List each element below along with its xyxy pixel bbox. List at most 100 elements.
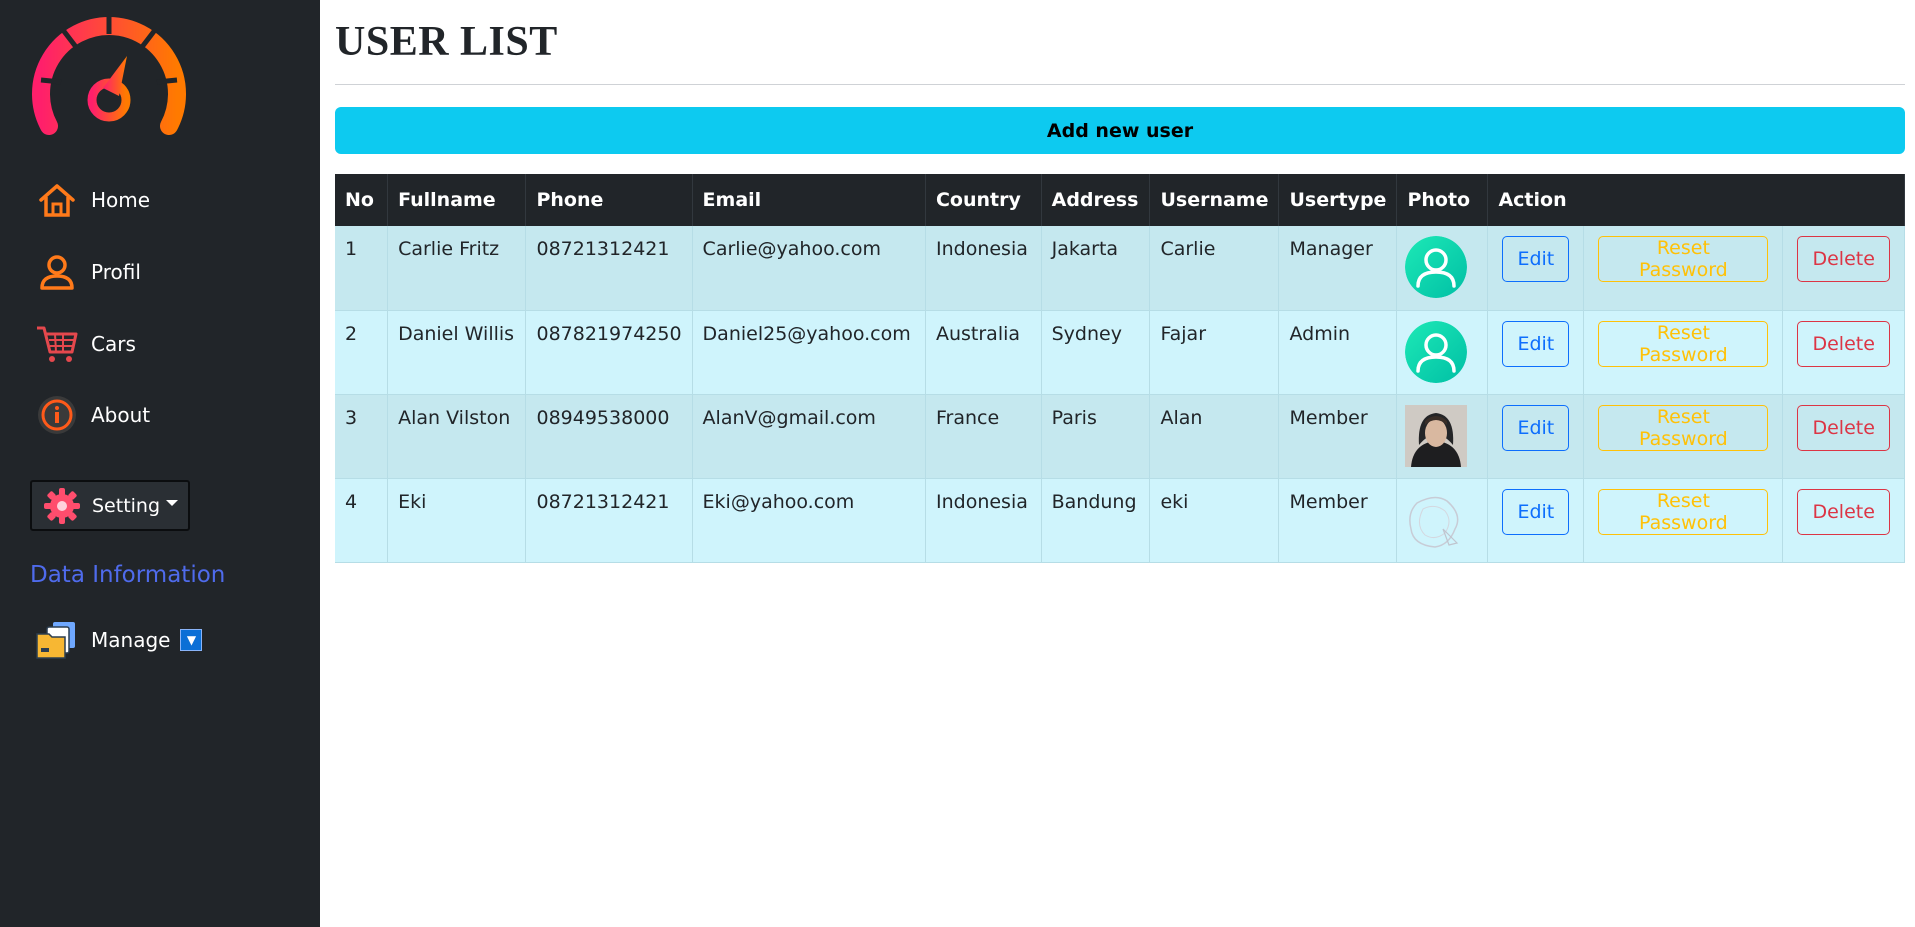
cell-photo [1396, 310, 1489, 395]
header-fullname: Fullname [387, 174, 527, 226]
cell-delete: Delete [1782, 226, 1905, 311]
dropdown-toggle-icon[interactable]: ▼ [180, 629, 203, 651]
table-row: 4 Eki 08721312421 Eki@yahoo.com Indonesi… [335, 478, 1905, 563]
sketch-image-icon [1409, 496, 1459, 548]
cell-delete: Delete [1782, 478, 1905, 563]
nav-profil[interactable]: Profil [35, 248, 141, 296]
cell-reset: Reset Password [1583, 478, 1784, 563]
setting-dropdown-button[interactable]: Setting [30, 480, 190, 531]
info-icon [35, 393, 79, 437]
nav-about[interactable]: About [35, 391, 150, 439]
cell-username: Carlie [1149, 226, 1280, 311]
divider [335, 84, 1905, 85]
cell-fullname: Daniel Willis [387, 310, 527, 395]
cell-delete: Delete [1782, 394, 1905, 479]
header-email: Email [692, 174, 926, 226]
speedometer-logo-icon [32, 12, 186, 135]
cell-photo [1396, 478, 1489, 563]
cell-delete: Delete [1782, 310, 1905, 395]
nav-cars-label: Cars [91, 332, 136, 356]
reset-password-button[interactable]: Reset Password [1598, 488, 1769, 535]
edit-button[interactable]: Edit [1502, 488, 1570, 535]
edit-button[interactable]: Edit [1502, 320, 1570, 367]
cell-phone: 087821974250 [525, 310, 693, 395]
nav-home[interactable]: Home [35, 176, 150, 224]
table-row: 1 Carlie Fritz 08721312421 Carlie@yahoo.… [335, 226, 1905, 311]
gear-icon [42, 486, 82, 526]
cell-username: Fajar [1149, 310, 1280, 395]
table-row: 2 Daniel Willis 087821974250 Daniel25@ya… [335, 310, 1905, 395]
header-usertype: Usertype [1278, 174, 1398, 226]
cell-country: Australia [925, 310, 1042, 395]
cell-no: 2 [335, 310, 389, 395]
cell-no: 4 [335, 478, 389, 563]
cell-email: Daniel25@yahoo.com [692, 310, 926, 395]
header-photo: Photo [1396, 174, 1489, 226]
cell-phone: 08949538000 [525, 394, 693, 479]
cell-username: Alan [1149, 394, 1280, 479]
cell-photo [1396, 226, 1489, 311]
page-title: USER LIST [335, 19, 558, 65]
cell-reset: Reset Password [1583, 226, 1784, 311]
cell-address: Jakarta [1041, 226, 1151, 311]
delete-button[interactable]: Delete [1797, 236, 1890, 282]
folders-icon [35, 618, 79, 662]
cell-fullname: Eki [387, 478, 527, 563]
cell-edit: Edit [1487, 394, 1585, 479]
cell-country: Indonesia [925, 226, 1042, 311]
nav-home-label: Home [91, 188, 151, 212]
section-title: Data Information [30, 562, 226, 588]
reset-password-button[interactable]: Reset Password [1598, 404, 1769, 451]
cell-photo [1396, 394, 1489, 479]
cell-fullname: Alan Vilston [387, 394, 527, 479]
cell-email: Carlie@yahoo.com [692, 226, 926, 311]
cell-username: eki [1149, 478, 1280, 563]
delete-button[interactable]: Delete [1797, 320, 1890, 367]
cell-country: Indonesia [925, 478, 1042, 563]
cell-reset: Reset Password [1583, 310, 1784, 395]
caret-down-icon [166, 499, 179, 506]
user-table: No Fullname Phone Email Country Address … [335, 174, 1905, 563]
reset-password-button[interactable]: Reset Password [1598, 320, 1769, 367]
reset-password-button[interactable]: Reset Password [1598, 236, 1769, 282]
header-no: No [335, 174, 389, 226]
delete-button[interactable]: Delete [1797, 404, 1890, 451]
cell-usertype: Member [1278, 478, 1398, 563]
header-action: Action [1487, 174, 1905, 226]
cell-address: Sydney [1041, 310, 1151, 395]
cell-phone: 08721312421 [525, 226, 693, 311]
cell-reset: Reset Password [1583, 394, 1784, 479]
cell-email: AlanV@gmail.com [692, 394, 926, 479]
add-new-user-button[interactable]: Add new user [335, 107, 1905, 154]
cell-fullname: Carlie Fritz [387, 226, 527, 311]
header-country: Country [925, 174, 1042, 226]
cell-address: Paris [1041, 394, 1151, 479]
sidebar: Home Profil Cars About Setting Data Info… [0, 0, 320, 927]
cell-email: Eki@yahoo.com [692, 478, 926, 563]
header-address: Address [1041, 174, 1151, 226]
cell-usertype: Member [1278, 394, 1398, 479]
setting-label: Setting [92, 494, 161, 517]
header-username: Username [1149, 174, 1280, 226]
table-header-row: No Fullname Phone Email Country Address … [335, 174, 1905, 226]
edit-button[interactable]: Edit [1502, 236, 1570, 282]
cell-address: Bandung [1041, 478, 1151, 563]
cell-edit: Edit [1487, 310, 1585, 395]
cell-country: France [925, 394, 1042, 479]
default-avatar-icon [1405, 320, 1468, 383]
cell-usertype: Admin [1278, 310, 1398, 395]
nav-profil-label: Profil [91, 260, 141, 284]
cart-icon [35, 322, 79, 366]
delete-button[interactable]: Delete [1797, 488, 1890, 535]
manage-label: Manage [91, 628, 171, 652]
cell-edit: Edit [1487, 226, 1585, 311]
cell-no: 3 [335, 394, 389, 479]
header-phone: Phone [525, 174, 693, 226]
manage-menu[interactable]: Manage ▼ [35, 618, 203, 662]
edit-button[interactable]: Edit [1502, 404, 1570, 451]
person-photo-icon [1405, 404, 1468, 467]
nav-cars[interactable]: Cars [35, 320, 136, 368]
user-icon [35, 250, 79, 294]
cell-no: 1 [335, 226, 389, 311]
cell-phone: 08721312421 [525, 478, 693, 563]
